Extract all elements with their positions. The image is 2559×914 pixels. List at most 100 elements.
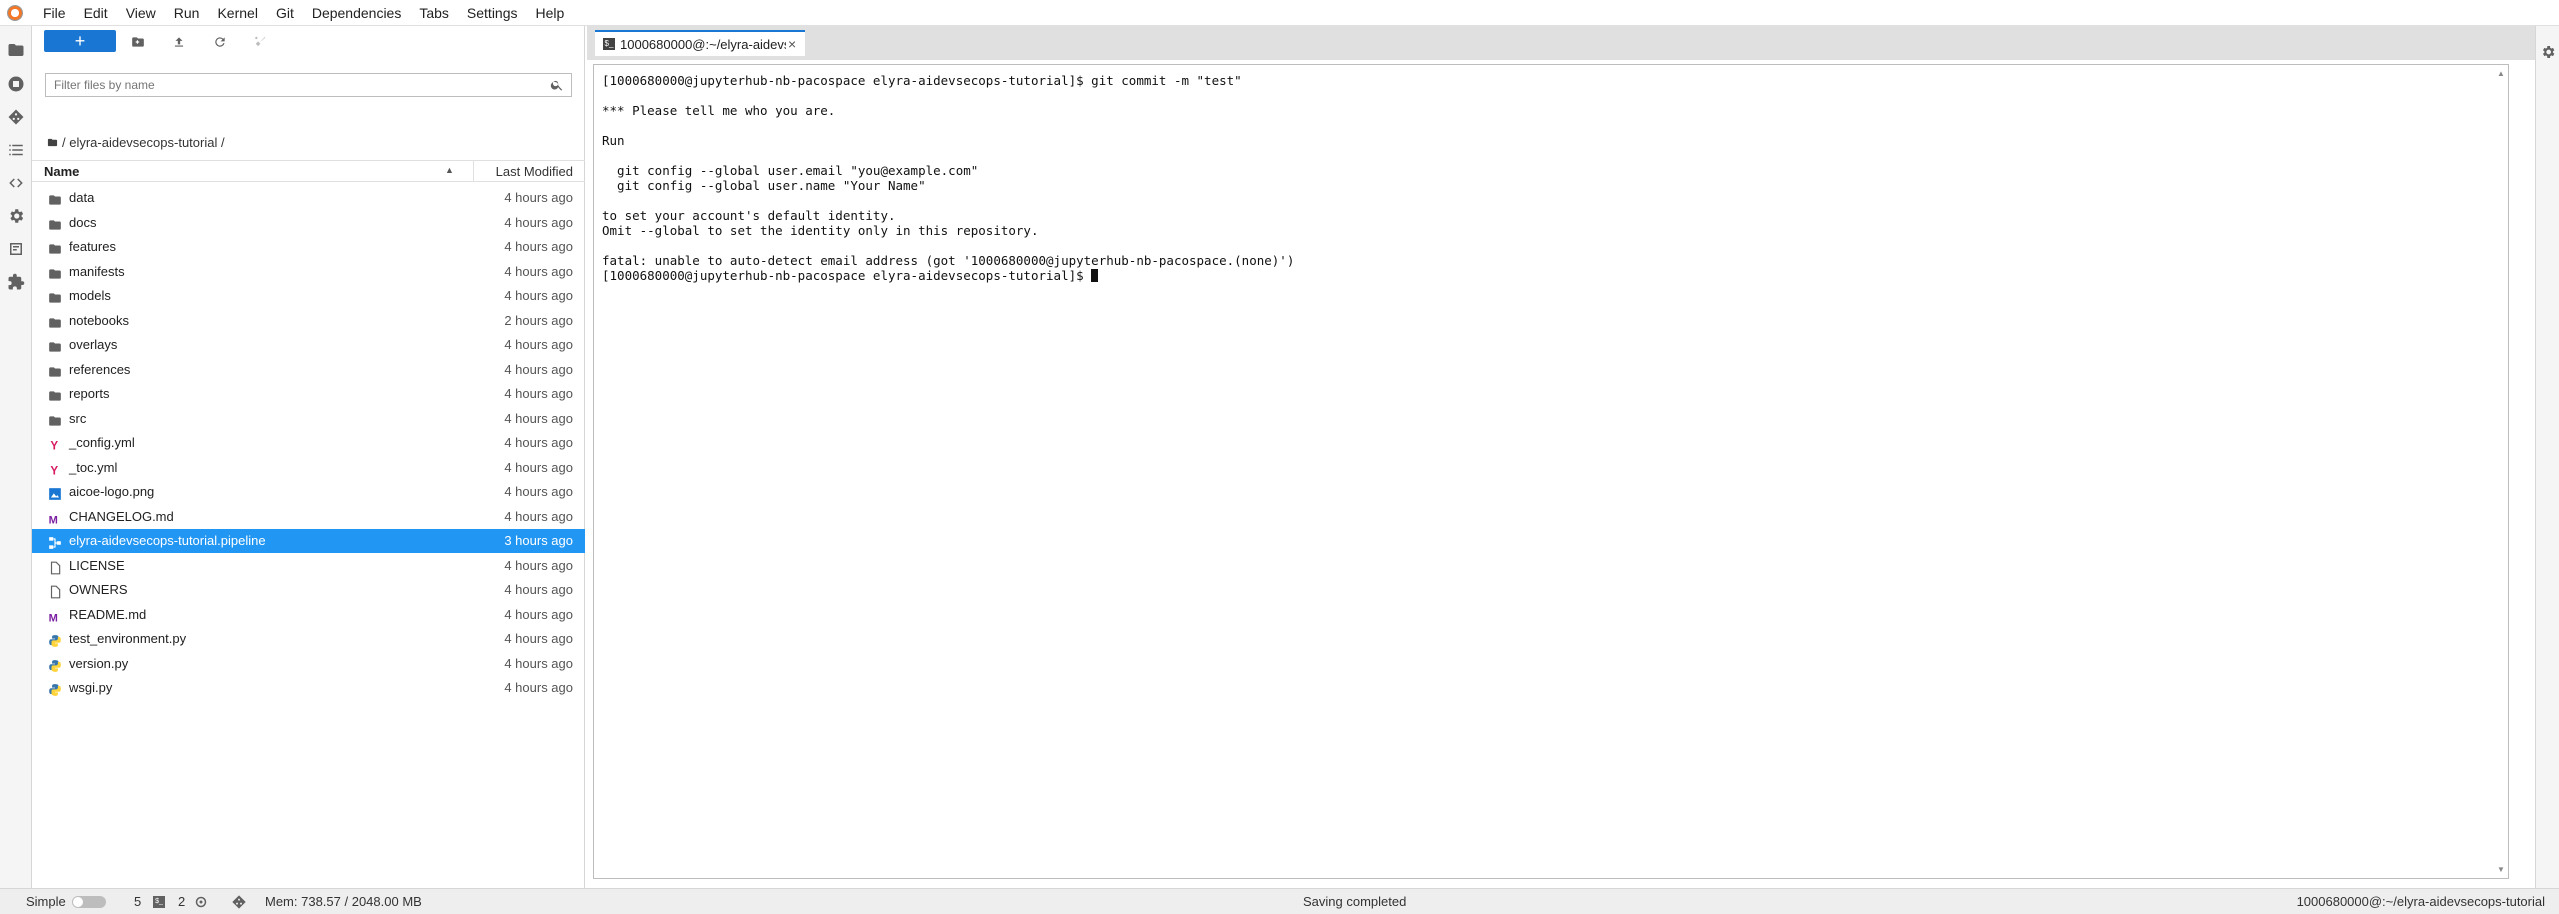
git-clone-icon[interactable]: [252, 33, 270, 51]
git-icon[interactable]: [231, 894, 247, 910]
file-modified: 4 hours ago: [504, 655, 573, 671]
settings-gear-icon[interactable]: [195, 896, 207, 908]
terminal-count[interactable]: 2: [178, 894, 185, 909]
sort-ascending-icon[interactable]: ▲: [445, 165, 454, 175]
file-row[interactable]: overlays 4 hours ago: [32, 333, 585, 357]
column-divider[interactable]: [473, 161, 474, 181]
menu-tabs[interactable]: Tabs: [410, 0, 458, 26]
simple-mode-toggle[interactable]: [72, 896, 106, 908]
file-row[interactable]: reports 4 hours ago: [32, 382, 585, 406]
tab-terminal[interactable]: $_ 1000680000@:~/elyra-aidevsecops-tutor…: [595, 30, 805, 56]
menu-run[interactable]: Run: [165, 0, 209, 26]
file-row[interactable]: version.py 4 hours ago: [32, 652, 585, 676]
runtimes-icon[interactable]: [6, 206, 26, 226]
folder-icon: [48, 191, 62, 205]
terminal-line: [1000680000@jupyterhub-nb-pacospace elyr…: [602, 73, 1242, 88]
file-row[interactable]: notebooks 2 hours ago: [32, 309, 585, 333]
file-name: _config.yml: [69, 435, 135, 450]
filter-files-input[interactable]: Filter files by name: [45, 73, 572, 97]
file-row[interactable]: M README.md 4 hours ago: [32, 603, 585, 627]
image-icon: [48, 485, 62, 500]
file-row[interactable]: docs 4 hours ago: [32, 211, 585, 235]
breadcrumb-path[interactable]: / elyra-aidevsecops-tutorial /: [62, 135, 225, 150]
file-modified: 4 hours ago: [504, 361, 573, 377]
file-row[interactable]: features 4 hours ago: [32, 235, 585, 259]
breadcrumb[interactable]: / elyra-aidevsecops-tutorial /: [47, 135, 225, 150]
file-modified: 4 hours ago: [504, 190, 573, 205]
file-row[interactable]: Y _config.yml 4 hours ago: [32, 431, 585, 455]
close-icon[interactable]: ×: [788, 36, 796, 52]
memory-usage: Mem: 738.57 / 2048.00 MB: [265, 894, 422, 909]
menu-settings[interactable]: Settings: [458, 0, 527, 26]
last-modified-column-header[interactable]: Last Modified: [496, 164, 573, 179]
menu-edit[interactable]: Edit: [75, 0, 117, 26]
scroll-up-icon[interactable]: ▲: [2497, 69, 2505, 78]
simple-mode-label: Simple: [26, 894, 66, 909]
file-row[interactable]: aicoe-logo.png 4 hours ago: [32, 480, 585, 504]
file-modified: 4 hours ago: [504, 606, 573, 622]
file-modified: 4 hours ago: [504, 631, 573, 646]
kernel-count[interactable]: 5: [134, 894, 141, 909]
menu-file[interactable]: File: [34, 0, 75, 26]
git-icon[interactable]: [6, 107, 26, 127]
terminal-icon: $_: [153, 896, 165, 908]
folder-icon: [48, 412, 62, 426]
status-message: Saving completed: [1303, 894, 1407, 909]
extensions-icon[interactable]: [6, 272, 26, 292]
file-row[interactable]: manifests 4 hours ago: [32, 260, 585, 284]
file-modified: 2 hours ago: [504, 312, 573, 328]
file-name: elyra-aidevsecops-tutorial.pipeline: [69, 533, 266, 548]
file-row[interactable]: test_environment.py 4 hours ago: [32, 627, 585, 651]
toggle-knob: [73, 897, 83, 907]
code-snippets-icon[interactable]: [6, 173, 26, 193]
refresh-icon[interactable]: [211, 33, 229, 51]
file-row[interactable]: data 4 hours ago: [32, 186, 585, 210]
scroll-down-icon[interactable]: ▼: [2497, 865, 2505, 874]
menu-help[interactable]: Help: [527, 0, 574, 26]
menu-view[interactable]: View: [117, 0, 165, 26]
file-row[interactable]: elyra-aidevsecops-tutorial.pipeline 3 hou…: [32, 529, 585, 553]
file-row[interactable]: LICENSE 4 hours ago: [32, 554, 585, 578]
search-icon: [550, 80, 563, 91]
terminal-panel[interactable]: [1000680000@jupyterhub-nb-pacospace elyr…: [593, 64, 2509, 879]
folder-icon: [48, 314, 62, 328]
runtime-images-icon[interactable]: [6, 239, 26, 259]
terminal-output[interactable]: [1000680000@jupyterhub-nb-pacospace elyr…: [602, 73, 1294, 283]
file-browser: + Filter files by name / elyra-aidevseco…: [32, 26, 585, 888]
file-name: manifests: [69, 263, 125, 279]
file-name: docs: [69, 214, 97, 230]
svg-text:M: M: [49, 612, 58, 623]
folder-icon[interactable]: [6, 40, 26, 60]
name-column-header[interactable]: Name: [44, 164, 79, 179]
file-row[interactable]: M CHANGELOG.md 4 hours ago: [32, 505, 585, 529]
menu-git[interactable]: Git: [267, 0, 303, 26]
file-modified: 4 hours ago: [504, 214, 573, 230]
new-folder-icon[interactable]: [129, 33, 147, 51]
running-icon[interactable]: [6, 74, 26, 94]
home-folder-icon[interactable]: [47, 137, 58, 148]
upload-icon[interactable]: [170, 33, 188, 51]
right-sidebar: [2535, 26, 2559, 888]
terminal-scrollbar[interactable]: ▲ ▼: [2497, 69, 2505, 874]
file-row[interactable]: references 4 hours ago: [32, 358, 585, 382]
svg-text:Y: Y: [50, 440, 58, 452]
menu-kernel[interactable]: Kernel: [208, 0, 266, 26]
yaml-icon: Y: [48, 436, 62, 453]
file-name: CHANGELOG.md: [69, 508, 174, 524]
new-launcher-button[interactable]: +: [44, 30, 116, 52]
file-name: version.py: [69, 655, 129, 671]
file-row[interactable]: src 4 hours ago: [32, 407, 585, 431]
file-row[interactable]: wsgi.py 4 hours ago: [32, 676, 585, 700]
jupyter-logo-icon: [7, 4, 23, 21]
file-row[interactable]: Y _toc.yml 4 hours ago: [32, 456, 585, 480]
folder-icon: [48, 363, 62, 377]
property-inspector-gear-icon[interactable]: [2540, 44, 2556, 60]
file-row[interactable]: models 4 hours ago: [32, 284, 585, 308]
file-name: models: [69, 288, 111, 303]
pipeline-icon: [48, 534, 62, 549]
toc-icon[interactable]: [6, 140, 26, 160]
file-name: data: [69, 190, 95, 205]
folder-icon: [48, 387, 62, 401]
menu-dependencies[interactable]: Dependencies: [303, 0, 411, 26]
file-row[interactable]: OWNERS 4 hours ago: [32, 578, 585, 602]
